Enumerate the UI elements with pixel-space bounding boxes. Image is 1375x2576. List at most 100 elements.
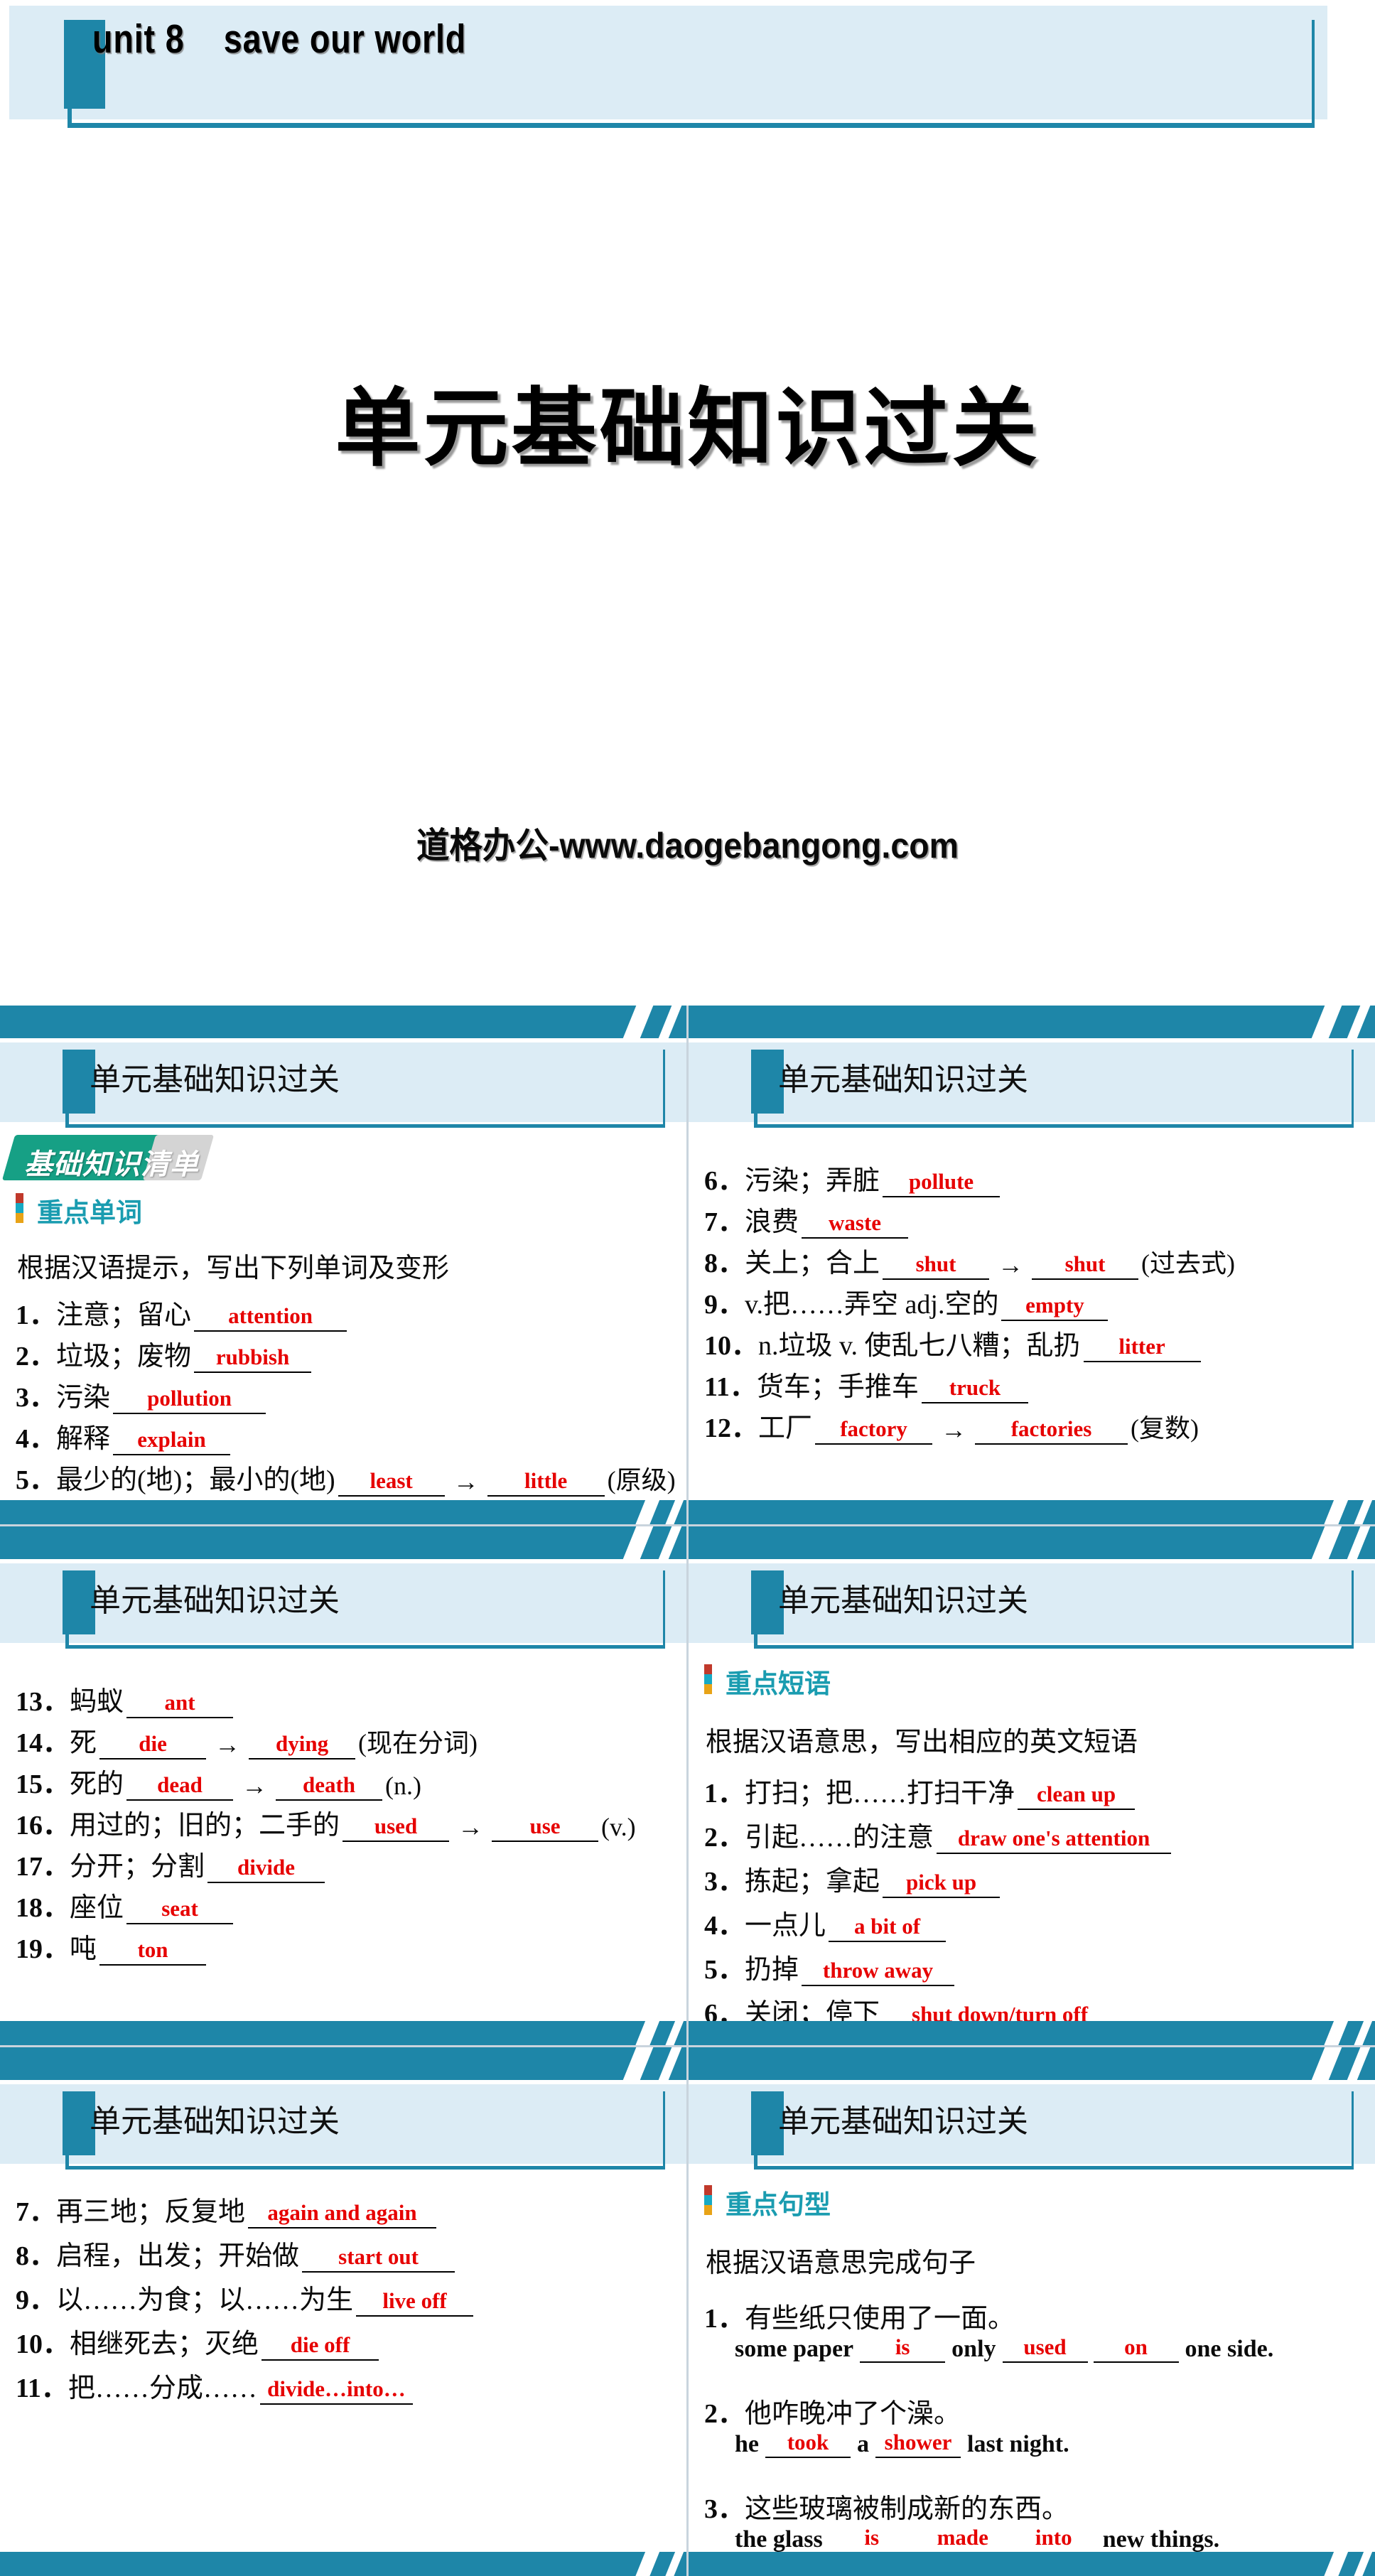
item-number: 3． [704,1867,745,1897]
answer-text: rubbish [215,1344,290,1369]
vocab-row: 7． 浪费 waste [704,1200,911,1239]
bar-yellow-icon [16,1213,23,1223]
item-number: 9． [704,1290,745,1320]
diagonal-slash-icon [1340,1526,1374,1559]
item-number: 2． [704,2399,745,2429]
item-chinese: 注意；留心 [56,1300,192,1330]
vocab-row: 14．死 die → dying (现在分词) [16,1720,478,1759]
panel-6: 单元基础知识过关 重点句型 根据汉语意思完成句子 1． 有些纸只使用了一面。 some p… [689,2047,1375,2576]
answer-text: least [370,1468,413,1493]
item-chinese: 垃圾；废物 [56,1342,192,1371]
vocab-row: 3． 污染 pollution [16,1375,269,1414]
sentence-fragment: a [857,2431,869,2457]
watermark-text: 道格办公-www.daogebangong.com [416,826,959,866]
vocab-row: 8． 关上；合上 shut → shut (过去式) [704,1241,1235,1280]
item-number: 19． [16,1934,70,1964]
answer-blank: used [343,1814,450,1842]
vocab-row: 7． 再三地；反复地 again and again [16,2189,439,2229]
diagonal-slash-icon [627,2552,663,2576]
item-chinese: 污染；弄脏 [745,1166,880,1196]
diagonal-slash-icon [657,1500,686,1524]
item-chinese: 浪费 [745,1207,799,1237]
answer-text: is [895,2334,910,2359]
item-chinese: 有些纸只使用了一面。 [745,2304,1015,2334]
answer-text: truck [949,1375,1001,1400]
sentence-answer-row: he took a shower last night. [731,2430,1073,2458]
answer-blank: truck [921,1375,1028,1403]
answer-text: use [529,1814,561,1838]
item-number: 3． [16,1383,57,1413]
vocab-row: 10． 相继死去；灭绝 die off [16,2322,382,2361]
answer-blank: empty [1001,1293,1109,1321]
answer-blank: shut [1032,1251,1139,1280]
vocab-row: 5． 最少的(地)；最小的(地) least → little (原级) [16,1457,676,1497]
answer-blank: use [492,1814,599,1842]
vocab-row: 1． 打扫；把……打扫干净 clean up [704,1771,1138,1810]
answer-text: empty [1025,1293,1084,1317]
item-chinese: 相继死去；灭绝 [70,2329,259,2359]
answer-blank: dying [249,1731,356,1759]
bar-red-icon [704,2185,712,2195]
diagonal-slash-icon [1340,2047,1374,2080]
item-chinese: 分开；分割 [70,1852,205,1882]
item-number: 4． [704,1911,745,1941]
section-label-bars-icon [16,1193,23,1223]
sentence-answer-row: the glass is made into new things. [731,2525,1223,2553]
answer-blank: rubbish [194,1344,312,1373]
title-slide: unit 8 save our world 单元基础知识过关 道格办公-www.… [0,0,1375,1006]
answer-text: again and again [267,2200,417,2225]
answer-blank: again and again [248,2200,437,2229]
answer-text: dead [157,1772,203,1797]
answer-text: ton [137,1937,168,1962]
instruction-text: 根据汉语意思，写出相应的英文短语 [706,1728,1138,1757]
item-number: 1． [16,1300,57,1330]
bar-teal-icon [16,1203,23,1213]
panel-4: 单元基础知识过关 重点短语 根据汉语意思，写出相应的英文短语 1． 打扫；把……打扫干净… [689,1526,1375,2045]
item-number: 4． [16,1424,57,1454]
answer-blank: is [829,2525,915,2553]
knowledge-list-badge: 基础知识清单 [1,1135,215,1180]
diagonal-slash-icon [657,2021,686,2045]
sentence-fragment: new things. [1102,2526,1220,2553]
answer-text: took [787,2430,829,2454]
sentence-fragment: some paper [735,2336,854,2362]
answer-text: ant [164,1690,195,1715]
item-number: 15． [16,1769,70,1799]
answer-blank: die [99,1731,207,1759]
answer-text: a bit of [854,1914,921,1939]
answer-text: pick up [905,1870,977,1895]
diagonal-slash-icon [652,1006,686,1038]
item-chinese: 座位 [70,1893,124,1923]
vocab-row: 8． 启程，出发；开始做 start out [16,2233,458,2273]
bar-yellow-icon [704,2205,712,2215]
answer-text: little [524,1468,568,1493]
item-number: 5． [704,1955,745,1985]
diagonal-slash-icon [616,1526,657,1559]
answer-text: made [937,2525,988,2550]
answer-blank: shower [875,2430,961,2458]
answer-blank: live off [356,2288,474,2317]
panel-header-title: 单元基础知识过关 [90,1062,340,1097]
answer-text: factories [1010,1416,1092,1441]
item-suffix: (n.) [385,1772,422,1800]
item-suffix: (现在分词) [358,1729,478,1757]
item-suffix: (v.) [601,1813,636,1841]
sentence-chinese-row: 3． 这些玻璃被制成新的东西。 [704,2486,1069,2526]
item-number: 1． [704,2304,745,2334]
answer-text: shut [1064,1251,1106,1276]
item-number: 7． [704,1207,745,1237]
vocab-row: 12． 工厂 factory → factories (复数) [704,1406,1199,1445]
item-chinese: 吨 [70,1934,97,1964]
answer-text: throw away [822,1958,934,1983]
answer-text: on [1124,2334,1148,2359]
answer-text: into [1035,2525,1072,2550]
item-suffix: (复数) [1131,1414,1199,1443]
item-chinese: 再三地；反复地 [56,2197,246,2227]
vocab-row: 4． 解释 explain [16,1416,233,1455]
section-label-text: 重点句型 [726,2191,831,2220]
section-label-bars-icon [704,2185,712,2215]
bar-red-icon [16,1193,23,1203]
panel-top-bar [0,2047,686,2080]
item-chinese: 扔掉 [745,1955,799,1985]
answer-blank: shut [883,1251,990,1280]
